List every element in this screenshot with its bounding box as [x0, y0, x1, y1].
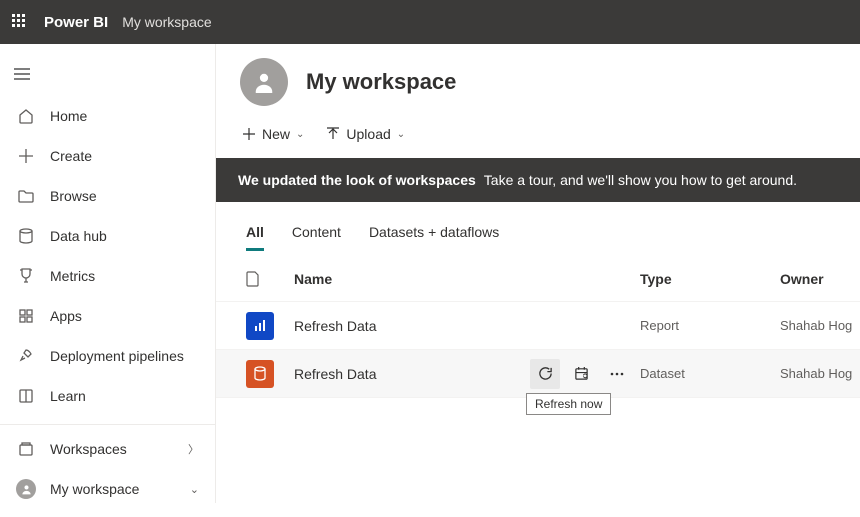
banner-title: We updated the look of workspaces [238, 172, 476, 188]
banner-text: Take a tour, and we'll show you how to g… [484, 172, 797, 188]
apps-icon [16, 306, 36, 326]
refresh-button[interactable] [530, 359, 560, 389]
sidebar-item-label: My workspace [50, 481, 139, 497]
item-owner: Shahab Hog [780, 318, 860, 333]
workspace-avatar-icon [240, 58, 288, 106]
chevron-right-icon: 〉 [188, 441, 199, 457]
item-type: Report [640, 318, 780, 333]
sidebar-item-label: Workspaces [50, 441, 127, 457]
sidebar-item-workspaces[interactable]: Workspaces 〉 [0, 429, 215, 469]
brand[interactable]: Power BI [44, 14, 108, 31]
item-name: Refresh Data [294, 366, 530, 382]
app-launcher-icon[interactable] [12, 14, 28, 30]
sidebar-item-apps[interactable]: Apps [0, 296, 215, 336]
column-header-icon [246, 271, 294, 287]
workspaces-icon [16, 439, 36, 459]
sidebar-item-create[interactable]: Create [0, 136, 215, 176]
table-row[interactable]: Refresh Data Refresh now Dataset Shahab … [216, 350, 860, 398]
column-header-owner[interactable]: Owner [780, 271, 860, 287]
sidebar-item-label: Home [50, 108, 87, 124]
top-bar: Power BI My workspace [0, 0, 860, 44]
sidebar-item-metrics[interactable]: Metrics [0, 256, 215, 296]
table-header-row: Name Type Owner [216, 256, 860, 302]
sidebar-item-myworkspace[interactable]: My workspace ⌄ [0, 469, 215, 509]
tab-content[interactable]: Content [292, 224, 341, 251]
info-banner: We updated the look of workspaces Take a… [216, 158, 860, 202]
sidebar-item-browse[interactable]: Browse [0, 176, 215, 216]
table-row[interactable]: Refresh Data Report Shahab Hog [216, 302, 860, 350]
command-bar: New ⌄ Upload ⌄ [216, 122, 860, 158]
folder-icon [16, 186, 36, 206]
chevron-down-icon: ⌄ [190, 483, 199, 496]
sidebar-item-label: Apps [50, 308, 82, 324]
book-icon [16, 386, 36, 406]
sidebar-item-label: Create [50, 148, 92, 164]
sidebar-item-home[interactable]: Home [0, 96, 215, 136]
sidebar-item-pipelines[interactable]: Deployment pipelines [0, 336, 215, 376]
database-icon [16, 226, 36, 246]
sidebar-item-label: Learn [50, 388, 86, 404]
schedule-refresh-button[interactable] [566, 359, 596, 389]
sidebar-item-label: Deployment pipelines [50, 348, 184, 364]
chevron-down-icon: ⌄ [296, 129, 304, 140]
tab-datasets[interactable]: Datasets + dataflows [369, 224, 499, 251]
hamburger-button[interactable] [0, 52, 44, 96]
breadcrumb[interactable]: My workspace [122, 14, 211, 30]
upload-icon [326, 127, 340, 141]
home-icon [16, 106, 36, 126]
page-header: My workspace [216, 44, 860, 122]
main-content: My workspace New ⌄ Upload ⌄ We updated t… [216, 44, 860, 503]
plus-icon [16, 146, 36, 166]
dataset-icon [246, 360, 274, 388]
upload-button[interactable]: Upload ⌄ [324, 122, 407, 146]
new-button[interactable]: New ⌄ [240, 122, 306, 146]
sidebar-item-label: Data hub [50, 228, 107, 244]
column-header-type[interactable]: Type [640, 271, 780, 287]
sidebar-item-label: Browse [50, 188, 97, 204]
workspace-avatar-icon [16, 479, 36, 499]
button-label: New [262, 126, 290, 142]
item-owner: Shahab Hog [780, 366, 860, 381]
page-title: My workspace [306, 69, 456, 95]
sidebar-item-label: Metrics [50, 268, 95, 284]
item-type: Dataset [640, 366, 780, 381]
tooltip: Refresh now [526, 393, 611, 415]
column-header-name[interactable]: Name [294, 271, 530, 287]
content-table: Name Type Owner Refresh Data Report Shah… [216, 252, 860, 398]
trophy-icon [16, 266, 36, 286]
chevron-down-icon: ⌄ [397, 129, 405, 140]
report-icon [246, 312, 274, 340]
sidebar-item-learn[interactable]: Learn [0, 376, 215, 416]
tab-bar: All Content Datasets + dataflows [216, 202, 860, 252]
item-name: Refresh Data [294, 318, 530, 334]
sidebar: Home Create Browse Data hub Metrics Apps [0, 44, 216, 503]
tab-all[interactable]: All [246, 224, 264, 251]
button-label: Upload [346, 126, 390, 142]
plus-icon [242, 128, 256, 140]
sidebar-item-datahub[interactable]: Data hub [0, 216, 215, 256]
more-options-button[interactable] [602, 359, 632, 389]
rocket-icon [16, 346, 36, 366]
